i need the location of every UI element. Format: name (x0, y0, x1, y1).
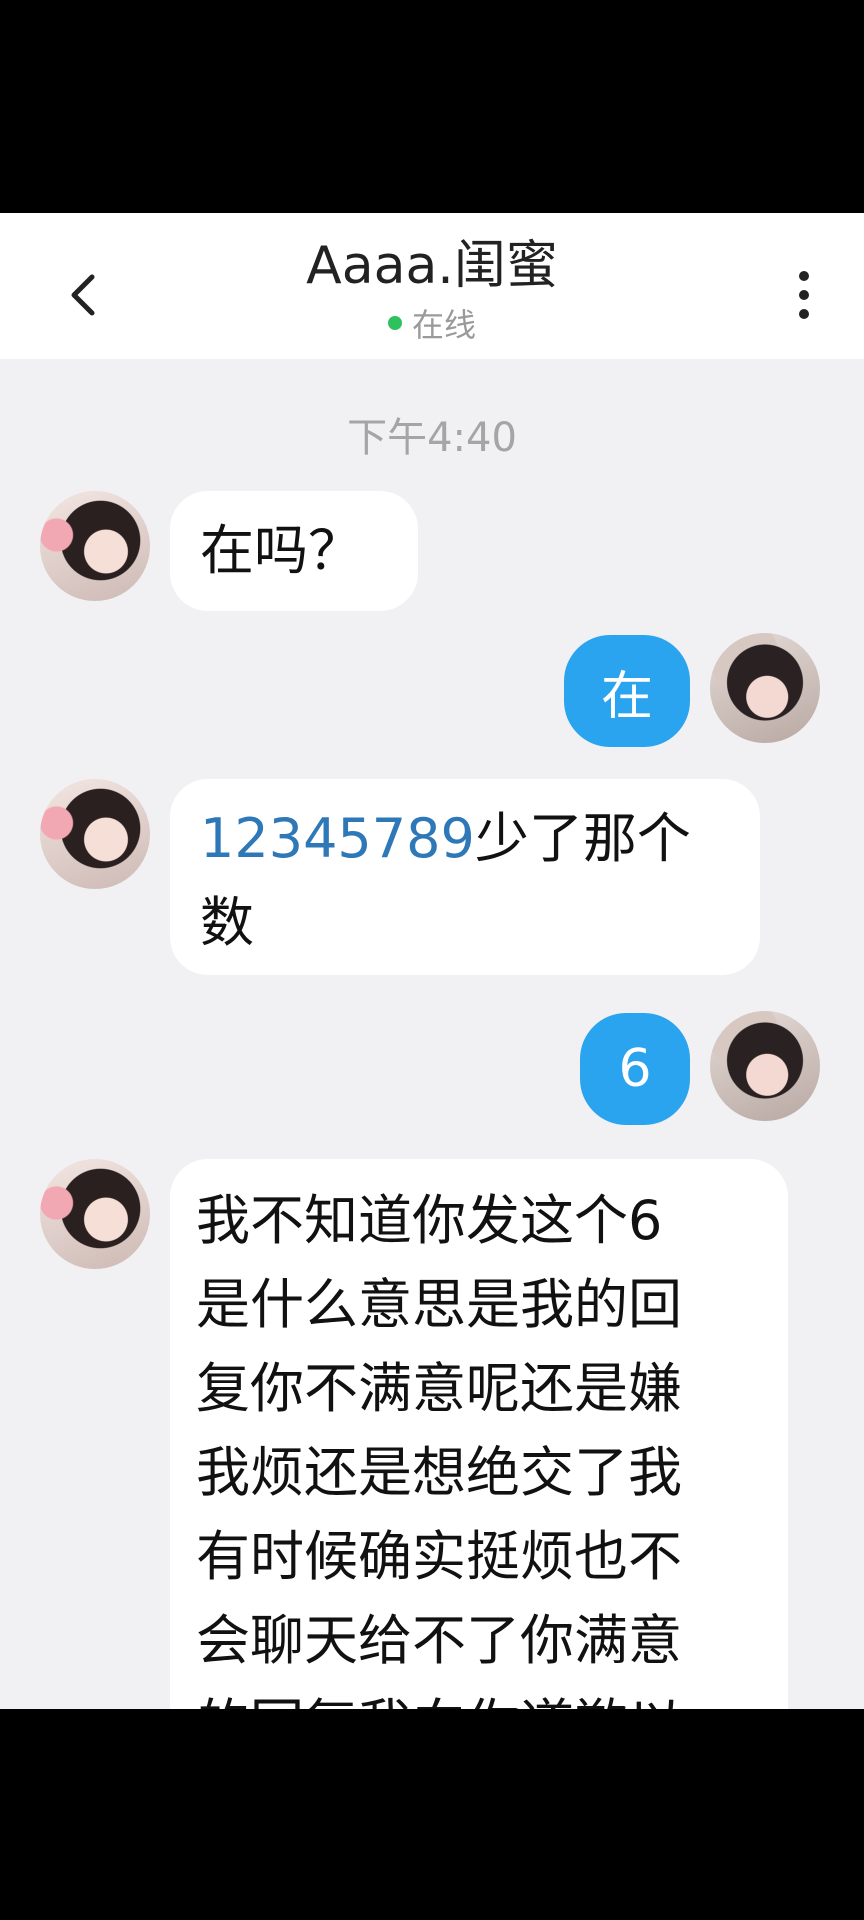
message-bubble-incoming[interactable]: 我不知道你发这个6 是什么意思是我的回 复你不满意呢还是嫌 我烦还是想绝交了我 … (170, 1159, 788, 1709)
more-options-button[interactable] (786, 265, 822, 325)
my-avatar[interactable] (710, 1011, 820, 1121)
message-line: 12345789少了那个 (200, 797, 730, 881)
message-bubble-outgoing[interactable]: 6 (580, 1013, 690, 1125)
status-label: 在线 (411, 306, 476, 344)
message-line: 的回复我向你道歉以 (196, 1683, 762, 1709)
contact-avatar[interactable] (40, 1159, 150, 1269)
message-bubble-incoming[interactable]: 12345789少了那个 数 (170, 779, 760, 975)
contact-avatar[interactable] (40, 779, 150, 889)
message-text: 在 (600, 666, 653, 727)
contact-name[interactable]: Aaaa.闺蜜 (0, 231, 864, 301)
chat-header: Aaaa.闺蜜 在线 (0, 213, 864, 359)
message-bubble-incoming[interactable]: 在吗？ (170, 491, 418, 611)
chat-screen: Aaaa.闺蜜 在线 下午4:40 在吗？ 在 12345789少了那个 数 6… (0, 213, 864, 1709)
phone-number-link[interactable]: 12345789 (200, 807, 475, 870)
message-line: 我烦还是想绝交了我 (196, 1441, 682, 1504)
my-avatar[interactable] (710, 633, 820, 743)
online-status: 在线 (0, 305, 864, 345)
message-line: 有时候确实挺烦也不 (196, 1525, 682, 1588)
message-line: 会聊天给不了你满意 (196, 1609, 682, 1672)
message-text: 6 (618, 1039, 652, 1099)
more-vertical-icon (799, 271, 809, 281)
message-bubble-outgoing[interactable]: 在 (564, 635, 690, 747)
message-text: 在吗？ (200, 519, 362, 582)
online-dot-icon (387, 316, 402, 330)
message-line: 我不知道你发这个6 (196, 1189, 663, 1252)
message-line: 数 (200, 891, 254, 954)
message-line: 复你不满意呢还是嫌 (196, 1357, 682, 1420)
message-line: 是什么意思是我的回 (196, 1273, 682, 1336)
message-text: 少了那个 (474, 807, 691, 870)
contact-avatar[interactable] (40, 491, 150, 601)
message-timestamp: 下午4:40 (347, 415, 517, 461)
